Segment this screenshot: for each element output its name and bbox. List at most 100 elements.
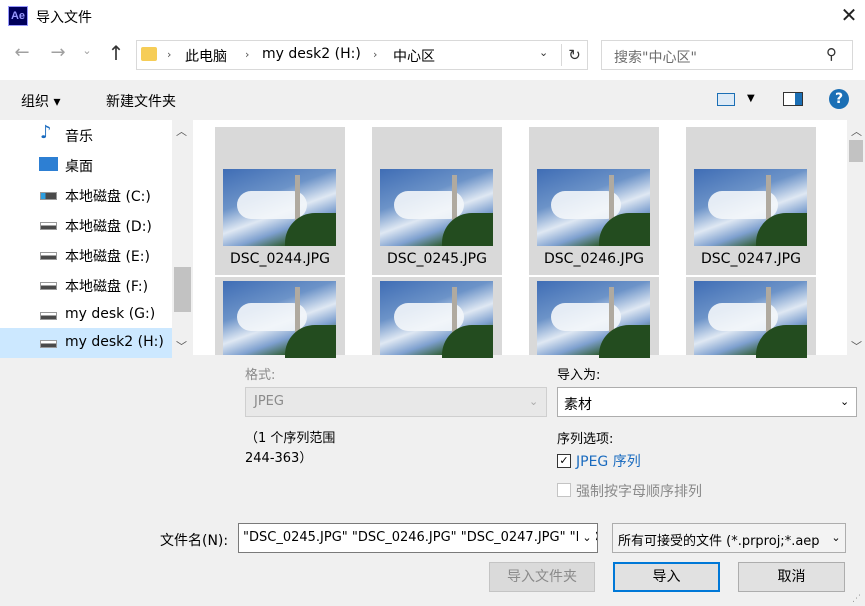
app-icon: Ae [8, 6, 28, 26]
sidebar-item-music[interactable]: ♪ 音乐 [0, 120, 172, 150]
file-list: DSC_0244.JPG DSC_0245.JPG DSC_0246.JPG D… [193, 120, 847, 358]
file-tile-0247[interactable]: DSC_0247.JPG [686, 127, 816, 275]
import-as-select[interactable]: 素材 ⌄ [557, 387, 857, 417]
music-icon: ♪ [40, 122, 52, 143]
preview-pane-icon[interactable] [783, 92, 803, 106]
search-placeholder: 搜索"中心区" [614, 50, 697, 66]
new-folder-button[interactable]: 新建文件夹 [106, 91, 176, 111]
chevron-down-icon[interactable]: ⌄ [539, 46, 548, 59]
image-thumbnail [537, 281, 650, 358]
drive-icon [40, 282, 57, 290]
sidebar-item-label: 本地磁盘 (C:) [65, 189, 151, 205]
file-list-scroll-thumb[interactable] [849, 140, 863, 162]
scroll-down-icon[interactable]: ﹀ [851, 338, 862, 354]
file-tile[interactable] [529, 277, 659, 358]
desktop-icon [39, 157, 58, 171]
navigation-bar: ← → ⌄ ↑ › 此电脑 › my desk2 (H:) › 中心区 ⌄ ↻ … [0, 32, 865, 80]
sidebar-item-drive-e[interactable]: 本地磁盘 (E:) [0, 240, 172, 270]
file-name: DSC_0245.JPG [387, 251, 487, 267]
sidebar-item-label: 本地磁盘 (D:) [65, 219, 152, 235]
file-name: DSC_0246.JPG [544, 251, 644, 267]
breadcrumb-folder[interactable]: 中心区 [393, 46, 435, 66]
image-thumbnail [380, 281, 493, 358]
jpeg-sequence-checkbox[interactable]: ✓ [557, 454, 571, 468]
cancel-button[interactable]: 取消 [738, 562, 845, 592]
breadcrumb-drive[interactable]: my desk2 (H:) [262, 46, 361, 62]
view-mode-icon[interactable] [717, 93, 735, 106]
filename-label: 文件名(N): [160, 533, 229, 549]
image-thumbnail [223, 281, 336, 358]
sidebar-scroll-thumb[interactable] [174, 267, 191, 312]
file-tile[interactable] [686, 277, 816, 358]
scroll-up-icon[interactable]: ︿ [851, 123, 862, 139]
sidebar-item-label: 音乐 [65, 129, 93, 145]
system-drive-icon [40, 192, 57, 200]
import-as-value: 素材 [564, 397, 592, 413]
search-input[interactable]: 搜索"中心区" ⚲ [601, 40, 853, 70]
image-thumbnail [537, 169, 650, 246]
sidebar-item-drive-f[interactable]: 本地磁盘 (F:) [0, 270, 172, 300]
scroll-down-icon[interactable]: ﹀ [176, 338, 187, 354]
chevron-down-icon[interactable]: ⌄ [840, 395, 849, 408]
filename-field[interactable]: "DSC_0245.JPG" "DSC_0246.JPG" "DSC_0247.… [238, 523, 598, 553]
image-thumbnail [223, 169, 336, 246]
sidebar-item-drive-g[interactable]: my desk (G:) [0, 300, 172, 330]
sidebar-scrollbar[interactable] [172, 120, 193, 355]
chevron-right-icon[interactable]: › [245, 48, 249, 61]
drive-icon [40, 252, 57, 260]
sidebar-item-label: 本地磁盘 (F:) [65, 279, 149, 295]
sidebar-item-drive-c[interactable]: 本地磁盘 (C:) [0, 180, 172, 210]
file-type-filter-value: 所有可接受的文件 (*.prproj;*.aep [618, 534, 820, 549]
file-tile-0244[interactable]: DSC_0244.JPG [215, 127, 345, 275]
sidebar-item-label: 本地磁盘 (E:) [65, 249, 150, 265]
command-toolbar: 组织 ▾ 新建文件夹 ▼ ? [0, 80, 865, 120]
scroll-up-icon[interactable]: ︿ [176, 123, 187, 139]
alphabetical-order-checkbox [557, 483, 571, 497]
recent-locations-chevron-icon[interactable]: ⌄ [80, 44, 94, 64]
breadcrumb-this-pc[interactable]: 此电脑 [185, 46, 227, 66]
sidebar-item-label: 桌面 [65, 159, 93, 175]
import-as-label: 导入为: [557, 368, 601, 383]
file-tile[interactable] [372, 277, 502, 358]
sidebar-item-drive-d[interactable]: 本地磁盘 (D:) [0, 210, 172, 240]
window-title: 导入文件 [36, 10, 92, 26]
file-tile[interactable] [215, 277, 345, 358]
format-value: JPEG [254, 394, 284, 409]
file-name: DSC_0244.JPG [230, 251, 330, 267]
sidebar-item-label: my desk2 (H:) [65, 334, 164, 350]
jpeg-sequence-label[interactable]: JPEG 序列 [576, 451, 641, 471]
folder-icon [141, 47, 157, 61]
image-thumbnail [694, 281, 807, 358]
file-tile-0245[interactable]: DSC_0245.JPG [372, 127, 502, 275]
sequence-options-label: 序列选项: [557, 432, 614, 447]
help-icon[interactable]: ? [829, 89, 849, 109]
title-bar: Ae 导入文件 ✕ [0, 0, 865, 32]
sidebar-item-desktop[interactable]: 桌面 [0, 150, 172, 180]
alphabetical-order-label: 强制按字母顺序排列 [576, 484, 702, 500]
view-dropdown-icon[interactable]: ▼ [747, 93, 755, 104]
address-bar[interactable]: › 此电脑 › my desk2 (H:) › 中心区 ⌄ ↻ [136, 40, 588, 70]
format-select: JPEG ⌄ [245, 387, 547, 417]
search-icon[interactable]: ⚲ [826, 45, 837, 63]
forward-arrow-icon[interactable]: → [46, 42, 70, 66]
up-arrow-icon[interactable]: ↑ [104, 41, 128, 67]
chevron-right-icon[interactable]: › [167, 48, 171, 61]
filename-value: "DSC_0245.JPG" "DSC_0246.JPG" "DSC_0247.… [243, 530, 598, 545]
resize-grip-icon[interactable]: ⋰ [852, 594, 861, 604]
chevron-right-icon[interactable]: › [373, 48, 377, 61]
drive-icon [40, 222, 57, 230]
import-button[interactable]: 导入 [613, 562, 720, 592]
file-tile-0246[interactable]: DSC_0246.JPG [529, 127, 659, 275]
file-type-filter-select[interactable]: 所有可接受的文件 (*.prproj;*.aep ⌄ [612, 523, 846, 553]
drive-icon [40, 340, 57, 348]
sequence-range-text: （1 个序列范围 [245, 431, 336, 446]
navigation-pane: ♪ 音乐 桌面 本地磁盘 (C:) 本地磁盘 (D:) 本地磁盘 (E:) 本地… [0, 120, 193, 358]
chevron-down-icon[interactable]: ⌄ [827, 531, 845, 544]
organize-menu-button[interactable]: 组织 ▾ [21, 91, 60, 111]
sequence-range-text: 244-363） [245, 451, 313, 466]
sidebar-item-drive-h[interactable]: my desk2 (H:) [0, 328, 172, 358]
chevron-down-icon[interactable]: ⌄ [578, 531, 596, 544]
back-arrow-icon[interactable]: ← [10, 42, 34, 66]
close-icon[interactable]: ✕ [836, 2, 862, 28]
refresh-icon[interactable]: ↻ [561, 44, 587, 66]
